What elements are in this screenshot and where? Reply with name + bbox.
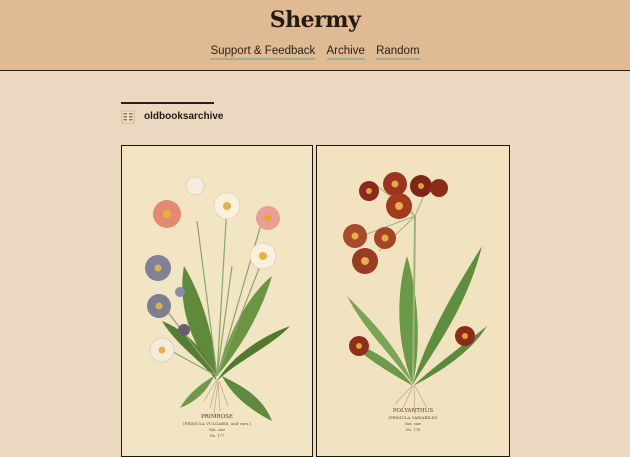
botanical-plate-image-primrose[interactable]: PRIMROSE (PRIMULA VULGARIS, and vars.) N… [121,145,313,457]
plate-number: No. 177 [210,434,225,438]
plate-note-size: Nat. size [209,428,225,432]
plate-caption: PRIMROSE [201,414,233,420]
site-title[interactable]: Shermy [0,7,630,33]
avatar[interactable] [121,110,135,124]
plate-note-size: Nat. size [405,422,421,426]
site-header: Shermy Support & Feedback Archive Random [0,0,630,71]
polyanthus-illustration: POLYANTHUS (PRIMULA VARIABILIS) Nat. siz… [317,146,509,456]
plate-subcaption: (PRIMULA VARIABILIS) [388,415,438,420]
nav-random-link[interactable]: Random [376,45,420,60]
book-icon [121,110,135,124]
main-nav: Support & Feedback Archive Random [0,45,630,60]
nav-archive-link[interactable]: Archive [326,45,365,60]
plate-caption: POLYANTHUS [393,408,434,414]
post-divider [121,102,214,104]
nav-support-feedback-link[interactable]: Support & Feedback [210,45,316,60]
botanical-plate-image-polyanthus[interactable]: POLYANTHUS (PRIMULA VARIABILIS) Nat. siz… [316,145,510,457]
plate-number: No. 178 [406,428,421,432]
primrose-illustration: PRIMROSE (PRIMULA VULGARIS, and vars.) N… [122,146,312,456]
post-username[interactable]: oldbooksarchive [144,111,223,122]
plate-subcaption: (PRIMULA VULGARIS, and vars.) [183,421,252,426]
